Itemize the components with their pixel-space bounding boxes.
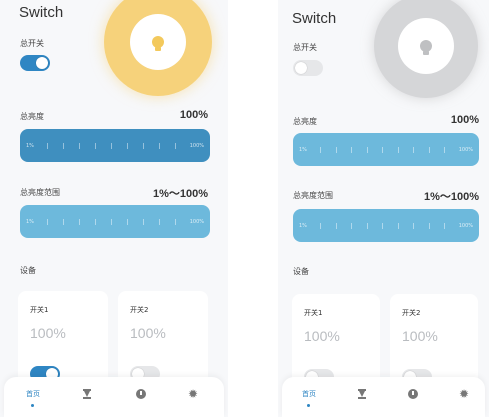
device-value: 100% (130, 325, 166, 341)
slider-min-label: 1% (26, 142, 34, 149)
range-slider[interactable]: 1% 100% (20, 205, 210, 238)
device-name: 开关2 (402, 309, 421, 317)
lamp-indicator[interactable] (104, 0, 212, 96)
slider-ticks (40, 142, 184, 149)
brightness-value: 100% (179, 109, 208, 121)
slider-max-label: 100% (458, 146, 473, 153)
active-indicator (307, 404, 310, 407)
slider-max-label: 100% (458, 222, 473, 229)
slider-ticks (313, 146, 453, 153)
slider-ticks (40, 218, 184, 225)
clock-icon[interactable] (408, 389, 418, 399)
hourglass-icon[interactable] (83, 389, 91, 399)
gear-icon[interactable]: ✹ (459, 388, 469, 400)
device-name: 开关1 (30, 306, 49, 314)
range-value: 1%～100% (152, 188, 208, 200)
slider-min-label: 1% (299, 222, 307, 229)
toggle-knob (295, 62, 307, 74)
lamp-center (398, 18, 454, 74)
page-title: Switch (19, 4, 64, 21)
master-switch-label: 总开关 (293, 43, 317, 52)
slider-max-label: 100% (189, 218, 204, 225)
gear-icon[interactable]: ✹ (188, 388, 198, 400)
device-card-2[interactable]: 开关2 100% (118, 291, 208, 391)
devices-label: 设备 (293, 267, 309, 276)
lightbulb-icon (420, 40, 432, 55)
bottom-nav: 首页 ✹ (282, 377, 485, 417)
devices-label: 设备 (20, 266, 36, 275)
lamp-indicator[interactable] (374, 0, 478, 98)
page-title: Switch (292, 10, 337, 27)
brightness-label: 总亮度 (20, 112, 44, 121)
range-slider[interactable]: 1% 100% (293, 209, 479, 242)
switch-screen-on: Switch 总开关 总亮度 100% 1% 100% 总亮度范围 1%～100… (0, 0, 228, 417)
bottom-nav: 首页 ✹ (4, 377, 224, 417)
device-value: 100% (402, 328, 438, 344)
range-label: 总亮度范围 (20, 188, 60, 197)
brightness-label: 总亮度 (293, 117, 317, 126)
active-indicator (31, 404, 34, 407)
range-label: 总亮度范围 (293, 191, 333, 200)
device-name: 开关2 (130, 306, 149, 314)
nav-home[interactable]: 首页 (21, 389, 45, 399)
clock-icon[interactable] (136, 389, 146, 399)
brightness-slider[interactable]: 1% 100% (293, 133, 479, 166)
slider-min-label: 1% (299, 146, 307, 153)
brightness-slider[interactable]: 1% 100% (20, 129, 210, 162)
device-name: 开关1 (304, 309, 323, 317)
device-value: 100% (30, 325, 66, 341)
lightbulb-icon (152, 36, 164, 51)
slider-ticks (313, 222, 453, 229)
range-value: 1%～100% (423, 191, 479, 203)
nav-home[interactable]: 首页 (297, 389, 321, 399)
master-switch-toggle[interactable] (20, 55, 50, 71)
device-card-1[interactable]: 开关1 100% (18, 291, 108, 391)
switch-screen-off: Switch 总开关 总亮度 100% 1% 100% 总亮度范围 1%～100… (278, 0, 489, 417)
master-switch-toggle[interactable] (293, 60, 323, 76)
toggle-knob (36, 57, 48, 69)
brightness-value: 100% (450, 114, 479, 126)
slider-min-label: 1% (26, 218, 34, 225)
master-switch-label: 总开关 (20, 39, 44, 48)
hourglass-icon[interactable] (358, 389, 366, 399)
device-value: 100% (304, 328, 340, 344)
lamp-center (130, 14, 186, 70)
slider-max-label: 100% (189, 142, 204, 149)
